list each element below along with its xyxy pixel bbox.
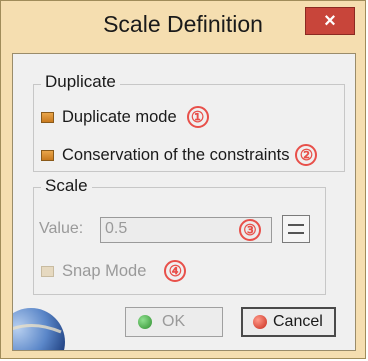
- close-button[interactable]: ×: [305, 7, 355, 35]
- value-text: 0.5: [105, 220, 128, 237]
- conservation-label: Conservation of the constraints: [62, 145, 290, 164]
- scale-group-label: Scale: [41, 176, 92, 196]
- conservation-checkbox[interactable]: Conservation of the constraints ②: [41, 144, 318, 166]
- snap-mode-label: Snap Mode: [62, 261, 147, 280]
- scale-definition-dialog: Scale Definition × Duplicate Duplicate m…: [0, 0, 366, 359]
- duplicate-mode-label: Duplicate mode: [62, 107, 177, 126]
- duplicate-group-label: Duplicate: [41, 72, 120, 92]
- marker-4: ④: [164, 260, 187, 282]
- cancel-label: Cancel: [273, 313, 323, 330]
- cancel-dot-icon: [253, 315, 267, 329]
- dialog-body: Duplicate Duplicate mode ① Conservation …: [12, 53, 356, 351]
- globe-icon: [13, 280, 83, 350]
- snap-mode-box[interactable]: [41, 265, 54, 277]
- ok-button[interactable]: OK: [125, 307, 223, 337]
- ok-label: OK: [162, 313, 186, 330]
- marker-1: ①: [186, 106, 209, 128]
- snap-mode-checkbox[interactable]: Snap Mode ④: [41, 260, 187, 282]
- conservation-box[interactable]: [41, 149, 54, 161]
- title-bar[interactable]: Scale Definition ×: [1, 1, 365, 53]
- value-label: Value:: [39, 220, 84, 237]
- cancel-button[interactable]: Cancel: [241, 307, 336, 337]
- marker-3: ③: [239, 219, 261, 241]
- duplicate-mode-box[interactable]: [41, 111, 54, 123]
- close-icon: ×: [324, 9, 336, 32]
- ok-dot-icon: [138, 315, 152, 329]
- duplicate-mode-checkbox[interactable]: Duplicate mode ①: [41, 106, 209, 128]
- value-stepper[interactable]: [282, 215, 310, 243]
- marker-2: ②: [295, 144, 318, 166]
